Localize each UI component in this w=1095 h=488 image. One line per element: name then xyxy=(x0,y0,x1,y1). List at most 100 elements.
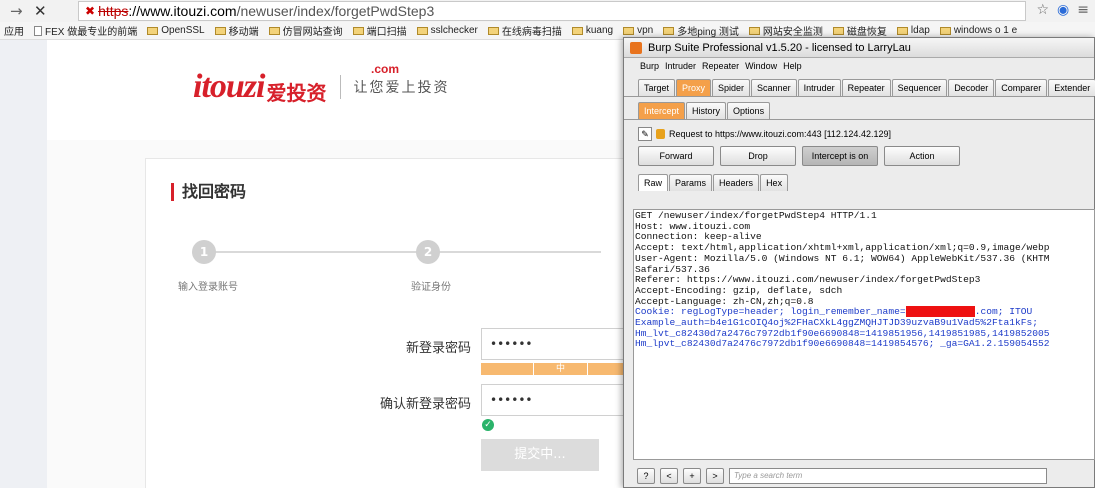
menu-help[interactable]: Help xyxy=(783,61,802,71)
broken-lock-icon[interactable]: ✖ xyxy=(85,4,95,18)
page-icon xyxy=(34,25,42,36)
bookmark-item[interactable]: 网站安全监测 xyxy=(748,23,823,38)
bookmark-item[interactable]: sslchecker xyxy=(416,25,478,36)
bookmark-item[interactable]: 端口扫描 xyxy=(352,23,407,38)
tab-target[interactable]: Target xyxy=(638,79,676,96)
submit-button[interactable]: 提交中... xyxy=(481,439,599,471)
password-strength-meter: 中 xyxy=(481,363,641,375)
star-icon[interactable]: ☆ xyxy=(1036,2,1049,18)
cookie-text: Cookie: regLogType=header; login_remembe… xyxy=(635,306,906,318)
tab-headers[interactable]: Headers xyxy=(713,174,760,191)
add-button[interactable]: + xyxy=(683,468,701,484)
tab-extender[interactable]: Extender xyxy=(1048,79,1095,96)
drop-button[interactable]: Drop xyxy=(720,146,796,166)
folder-icon xyxy=(623,26,635,35)
progress-line xyxy=(201,251,601,253)
bookmark-item[interactable]: ldap xyxy=(896,25,930,36)
main-tabs: Target Proxy Spider Scanner Intruder Rep… xyxy=(624,77,1095,97)
menu-intruder[interactable]: Intruder xyxy=(665,61,696,71)
menu-repeater[interactable]: Repeater xyxy=(702,61,739,71)
folder-icon xyxy=(268,26,280,35)
forward-arrow-icon[interactable]: → xyxy=(0,2,34,20)
check-icon: ✓ xyxy=(482,419,494,431)
url-domain: ://www.itouzi.com xyxy=(128,3,237,19)
intercept-controls: Forward Drop Intercept is on Action xyxy=(624,142,1094,168)
tab-params[interactable]: Params xyxy=(669,174,713,191)
bookmark-item[interactable]: 在线病毒扫描 xyxy=(487,23,562,38)
strength-medium: 中 xyxy=(534,363,588,375)
cookie-text: .com; ITOU xyxy=(974,306,1033,318)
burp-suite-window: Burp Suite Professional v1.5.20 - licens… xyxy=(623,37,1095,488)
new-password-input[interactable]: •••••• xyxy=(481,328,641,360)
tab-intruder[interactable]: Intruder xyxy=(797,79,841,96)
redacted-value: XXXXXXXXXXXX xyxy=(905,306,975,318)
extension-icon[interactable]: ◉ xyxy=(1057,2,1069,18)
tab-proxy[interactable]: Proxy xyxy=(676,79,712,96)
lock-icon xyxy=(656,129,665,139)
tab-options[interactable]: Options xyxy=(727,102,771,119)
new-password-label: 新登录密码 xyxy=(405,341,471,356)
tab-sequencer[interactable]: Sequencer xyxy=(891,79,948,96)
search-input[interactable]: Type a search term xyxy=(729,468,1047,484)
logo-wordmark: itouzi xyxy=(193,68,265,105)
bookmark-item[interactable]: OpenSSL xyxy=(147,25,205,36)
folder-icon xyxy=(939,26,951,35)
stop-icon[interactable]: ✕ xyxy=(34,2,56,20)
bookmark-item[interactable]: 移动端 xyxy=(214,23,259,38)
url-path: /newuser/index/forgetPwdStep3 xyxy=(236,3,435,19)
proxy-sub-tabs: Intercept History Options xyxy=(624,101,1094,120)
window-titlebar[interactable]: Burp Suite Professional v1.5.20 - licens… xyxy=(624,38,1094,58)
url-scheme: https xyxy=(98,3,129,19)
bookmark-item[interactable]: kuang xyxy=(571,25,613,36)
bookmark-item[interactable]: vpn xyxy=(623,25,653,36)
tab-comparer[interactable]: Comparer xyxy=(995,79,1048,96)
folder-icon xyxy=(832,26,844,35)
confirm-password-label: 确认新登录密码 xyxy=(379,397,471,412)
bookmark-item[interactable]: windows o 1 e xyxy=(939,25,1017,36)
tab-raw[interactable]: Raw xyxy=(638,174,669,191)
menu-burp[interactable]: Burp xyxy=(640,61,659,71)
step-2-indicator: 2 xyxy=(416,240,440,264)
step-2-label: 验证身份 xyxy=(411,282,451,293)
menu-icon[interactable]: ≡ xyxy=(1077,2,1089,18)
tab-repeater[interactable]: Repeater xyxy=(841,79,891,96)
folder-icon xyxy=(147,26,159,35)
pencil-icon[interactable]: ✎ xyxy=(638,127,652,141)
bookmark-item[interactable]: 多地ping 测试 xyxy=(663,23,739,38)
search-bar: ? < + > Type a search term xyxy=(633,466,1095,486)
step-1-indicator: 1 xyxy=(192,240,216,264)
action-button[interactable]: Action xyxy=(884,146,960,166)
logo-divider xyxy=(340,75,342,99)
menu-window[interactable]: Window xyxy=(745,61,777,71)
next-button[interactable]: > xyxy=(706,468,724,484)
bookmark-item[interactable]: FEX 做最专业的前端 xyxy=(34,23,137,38)
step-1-label: 输入登录账号 xyxy=(178,282,238,293)
previous-button[interactable]: < xyxy=(660,468,678,484)
burp-logo-icon xyxy=(630,41,642,54)
address-bar[interactable]: ✖ https ://www.itouzi.com /newuser/index… xyxy=(78,1,1026,21)
tab-spider[interactable]: Spider xyxy=(712,79,751,96)
tab-history[interactable]: History xyxy=(686,102,727,119)
request-editor[interactable]: GET /newuser/index/forgetPwdStep4 HTTP/1… xyxy=(633,209,1095,460)
cookie-line: Hm_lpvt_c82430d7a2476c7972db1f90e6690848… xyxy=(635,338,1050,350)
site-slogan: 让您爱上投资 xyxy=(353,80,450,96)
bookmark-item[interactable]: 磁盘恢复 xyxy=(832,23,887,38)
page-margin xyxy=(0,40,47,488)
tab-scanner[interactable]: Scanner xyxy=(751,79,797,96)
confirm-password-input[interactable]: •••••• xyxy=(481,384,641,416)
header-line: User-Agent: Mozilla/5.0 (Windows NT 6.1;… xyxy=(635,252,1050,264)
bookmark-item[interactable]: 仿冒网站查询 xyxy=(268,23,343,38)
browser-toolbar: → ✕ ✖ https ://www.itouzi.com /newuser/i… xyxy=(0,0,1095,22)
help-button[interactable]: ? xyxy=(637,468,655,484)
bookmark-apps[interactable]: 应用 xyxy=(4,23,24,38)
forward-button[interactable]: Forward xyxy=(638,146,714,166)
message-view-tabs: Raw Params Headers Hex xyxy=(624,172,1094,191)
intercept-toggle-button[interactable]: Intercept is on xyxy=(802,146,878,166)
folder-icon xyxy=(416,26,428,35)
tab-intercept[interactable]: Intercept xyxy=(638,102,686,119)
tab-hex[interactable]: Hex xyxy=(760,174,789,191)
folder-icon xyxy=(663,26,675,35)
tab-decoder[interactable]: Decoder xyxy=(948,79,995,96)
request-target: Request to https://www.itouzi.com:443 [1… xyxy=(669,129,891,139)
site-logo[interactable]: itouzi 爱投资 .com 让您爱上投资 xyxy=(193,62,450,106)
